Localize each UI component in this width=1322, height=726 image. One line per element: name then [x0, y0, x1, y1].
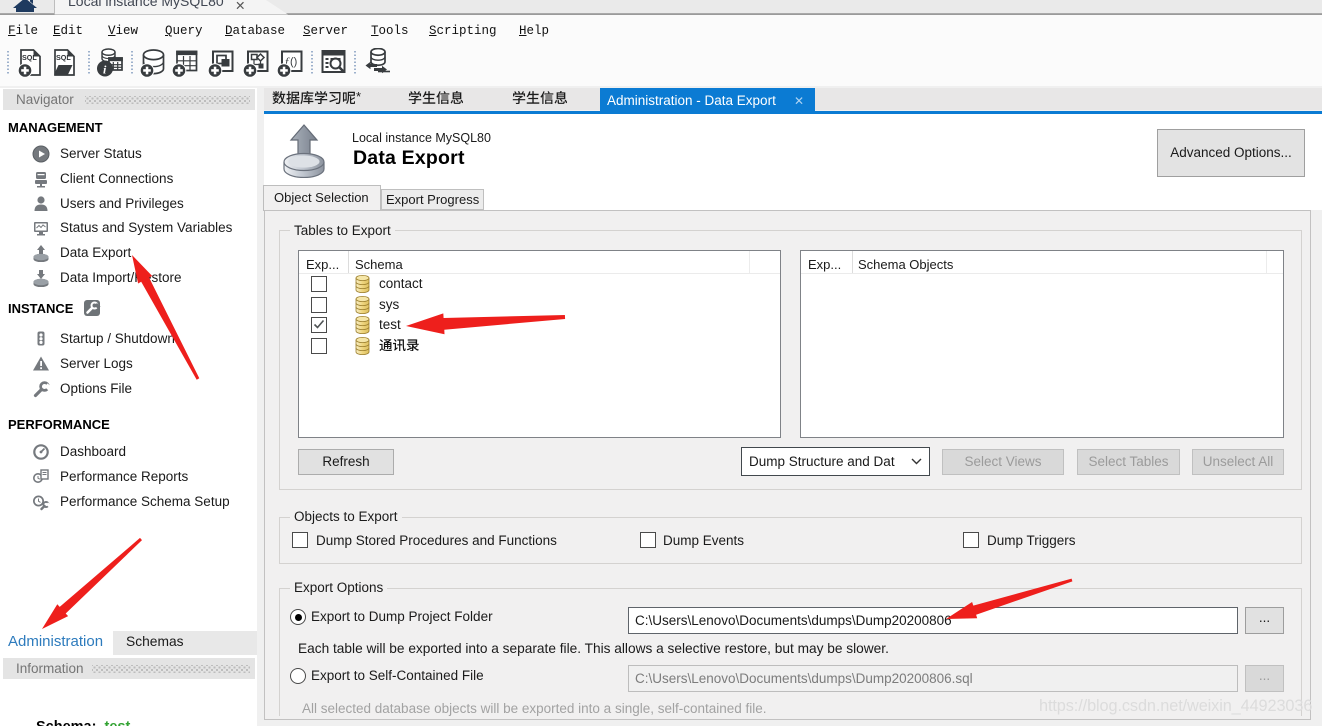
svg-text:(): (): [290, 56, 297, 68]
svg-text:SQL: SQL: [22, 53, 37, 62]
svg-text:SQL: SQL: [56, 53, 71, 62]
